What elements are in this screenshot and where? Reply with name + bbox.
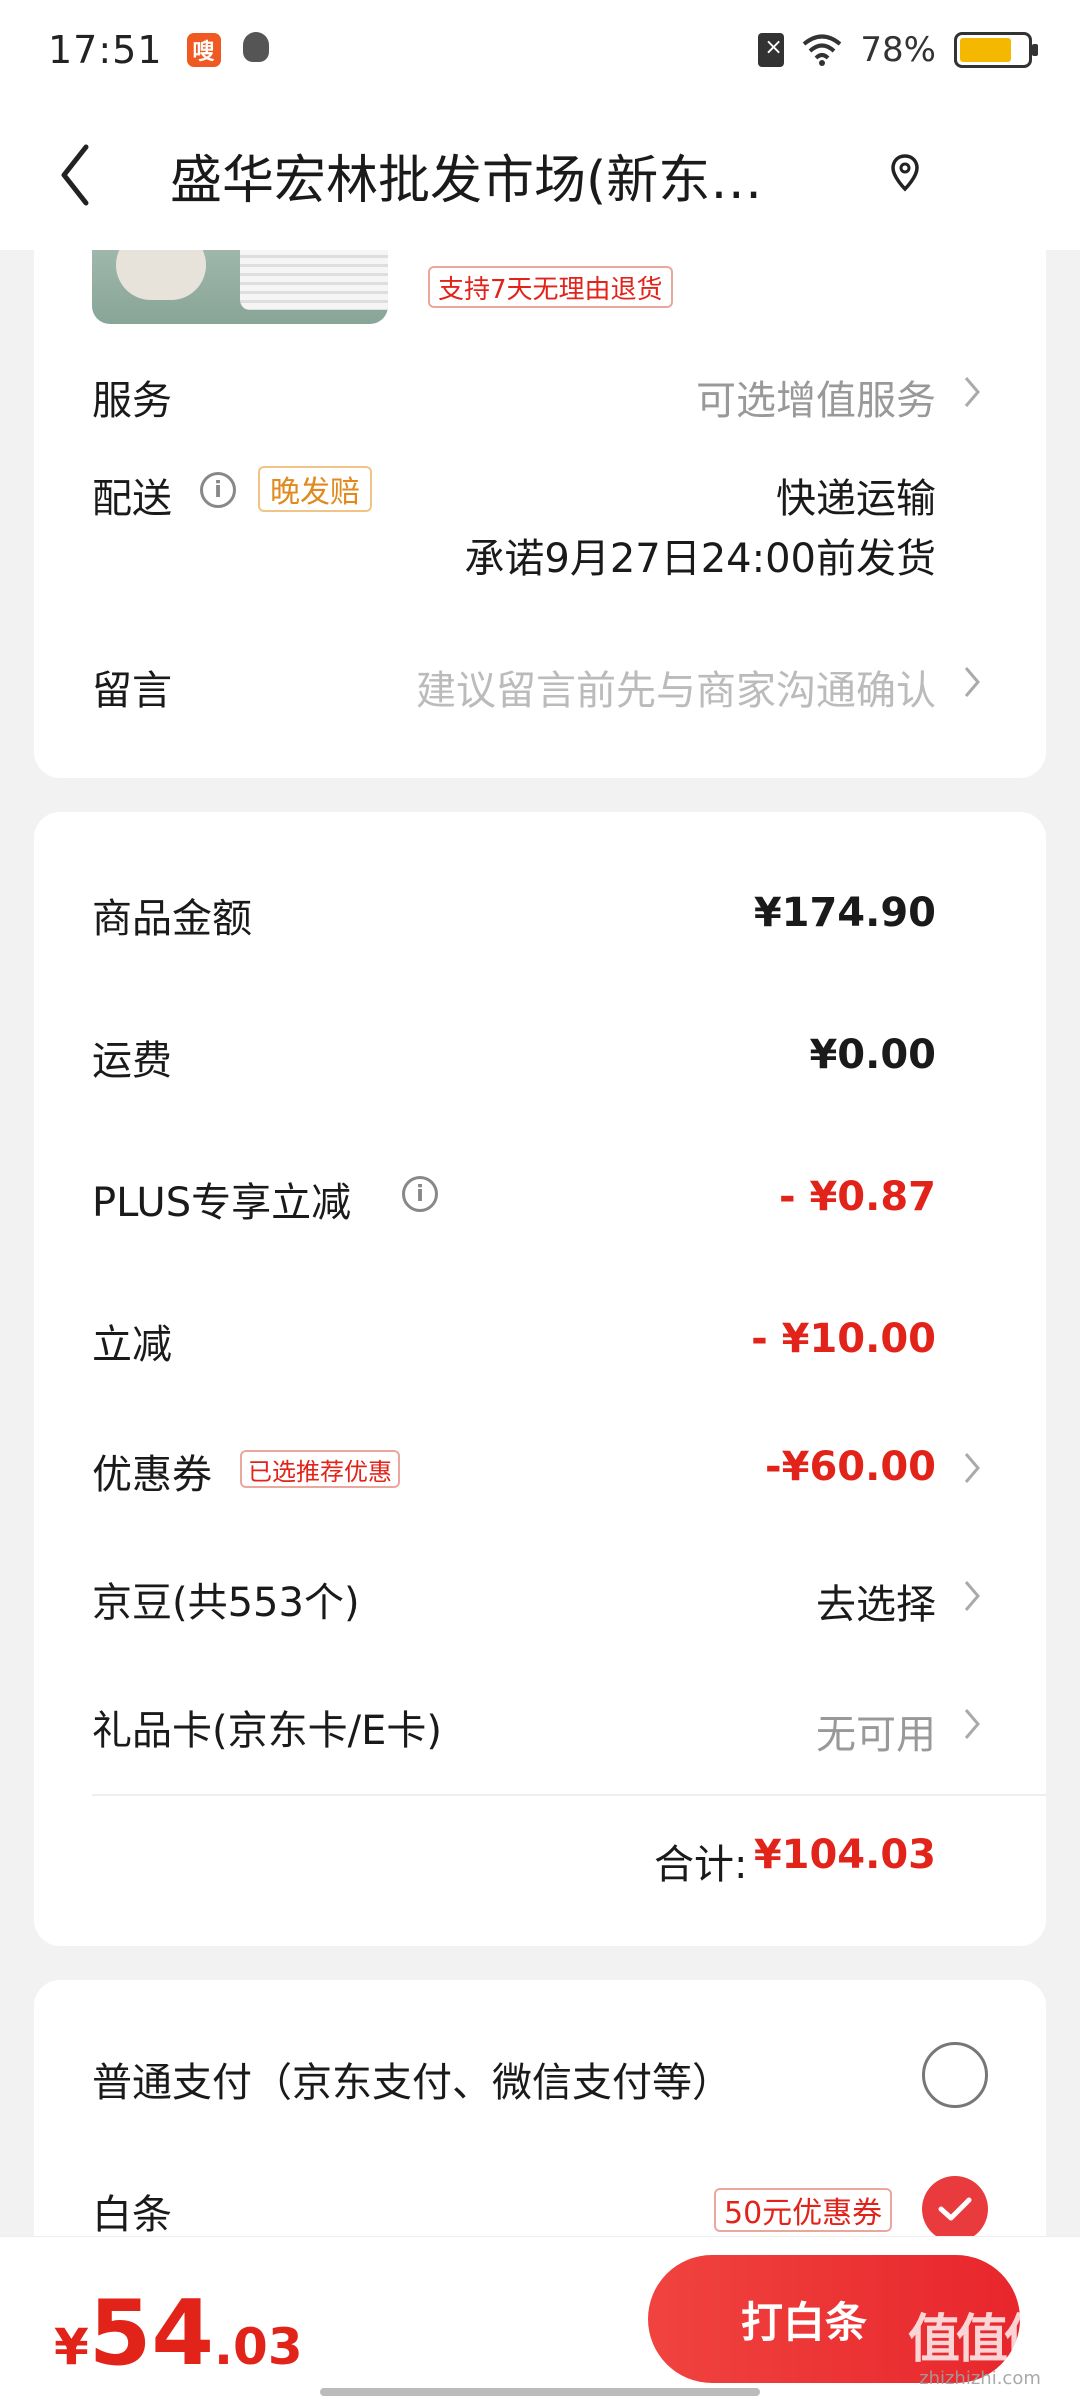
delivery-method[interactable]: 快递运输	[776, 466, 936, 524]
sim-icon	[758, 33, 785, 67]
giftcard-value[interactable]: 无可用	[816, 1702, 936, 1760]
home-indicator[interactable]	[320, 2388, 760, 2396]
total-value: ¥104.03	[753, 1832, 936, 1878]
jingdou-value[interactable]: 去选择	[816, 1572, 936, 1630]
coupon-value[interactable]: -¥60.00	[765, 1444, 936, 1490]
notification-app-icon: 嗖	[186, 33, 221, 67]
product-thumbnail[interactable]	[92, 250, 388, 324]
chevron-right-icon[interactable]	[962, 1578, 982, 1614]
service-value[interactable]: 可选增值服务	[696, 368, 936, 426]
baitiao-coupon-tag[interactable]: 50元优惠券	[714, 2188, 893, 2232]
currency-symbol: ¥	[54, 2318, 89, 2376]
order-options-card: 支持7天无理由退货 服务 可选增值服务 配送 i 晚发赔 快递运输 承诺9月27…	[34, 250, 1046, 778]
goods-amount-value: ¥174.90	[753, 890, 936, 936]
price-breakdown-card: 商品金额 ¥174.90 运费 ¥0.00 PLUS专享立减 i - ¥0.87…	[34, 812, 1046, 1946]
battery-percent: 78%	[860, 30, 936, 70]
pay-button-label: 打白条	[740, 2297, 867, 2347]
jingdou-label: 京豆(共553个)	[92, 1580, 360, 1626]
info-icon[interactable]: i	[200, 472, 236, 508]
watermark-logo-text: 值值值	[907, 2310, 1056, 2370]
payable-amount: ¥ 54 .03	[54, 2281, 303, 2386]
battery-fill	[960, 38, 1012, 62]
message-input[interactable]: 建议留言前先与商家沟通确认	[416, 658, 936, 716]
checkmark-icon	[938, 2197, 972, 2221]
battery-icon	[954, 32, 1038, 68]
divider	[92, 1794, 1046, 1796]
message-label: 留言	[92, 668, 172, 714]
freight-value: ¥0.00	[809, 1032, 936, 1078]
goods-amount-label: 商品金额	[92, 896, 252, 942]
delivery-label: 配送	[92, 476, 172, 522]
info-icon[interactable]: i	[402, 1176, 438, 1212]
total-label: 合计:	[654, 1842, 748, 1888]
return-policy-tag: 支持7天无理由退货	[428, 266, 673, 308]
delivery-promise: 承诺9月27日24:00前发货	[464, 536, 936, 582]
normal-payment-label[interactable]: 普通支付（京东支付、微信支付等）	[92, 2050, 732, 2108]
baitiao-radio-checked[interactable]	[922, 2176, 988, 2242]
back-icon[interactable]	[60, 135, 110, 215]
late-delivery-tag: 晚发赔	[258, 466, 372, 512]
status-time: 17:51	[48, 28, 163, 72]
bottom-pay-bar: ¥ 54 .03 打白条 值值值 zhizhizhi.com	[0, 2236, 1080, 2400]
instant-discount-value: - ¥10.00	[751, 1316, 936, 1362]
header: 盛华宏林批发市场(新东…	[0, 100, 1080, 250]
coupon-label: 优惠券	[92, 1452, 212, 1498]
wifi-icon	[803, 34, 842, 66]
location-icon[interactable]	[890, 153, 930, 197]
watermark-logo: 值值值 zhizhizhi.com	[900, 2297, 1060, 2397]
plus-discount-label: PLUS专享立减	[92, 1180, 352, 1226]
coupon-recommended-tag: 已选推荐优惠	[240, 1450, 400, 1488]
baitiao-label[interactable]: 白条	[92, 2182, 172, 2240]
chevron-right-icon[interactable]	[962, 1706, 982, 1742]
status-bar: 17:51 嗖 78%	[0, 0, 1080, 100]
chevron-right-icon[interactable]	[962, 1450, 982, 1486]
status-right-group: 78%	[758, 30, 1038, 70]
chevron-right-icon[interactable]	[962, 664, 982, 700]
giftcard-label: 礼品卡(京东卡/E卡)	[92, 1708, 442, 1754]
freight-label: 运费	[92, 1038, 172, 1084]
watermark-url: zhizhizhi.com	[919, 2368, 1041, 2389]
amount-decimal: .03	[214, 2318, 303, 2376]
plus-discount-value: - ¥0.87	[778, 1174, 936, 1220]
instant-discount-label: 立减	[92, 1322, 172, 1368]
qq-icon	[239, 32, 273, 68]
normal-payment-radio[interactable]	[922, 2042, 988, 2108]
page-title: 盛华宏林批发市场(新东…	[170, 150, 763, 211]
amount-integer: 54	[88, 2281, 215, 2386]
chevron-right-icon[interactable]	[962, 374, 982, 410]
service-label: 服务	[92, 378, 172, 424]
